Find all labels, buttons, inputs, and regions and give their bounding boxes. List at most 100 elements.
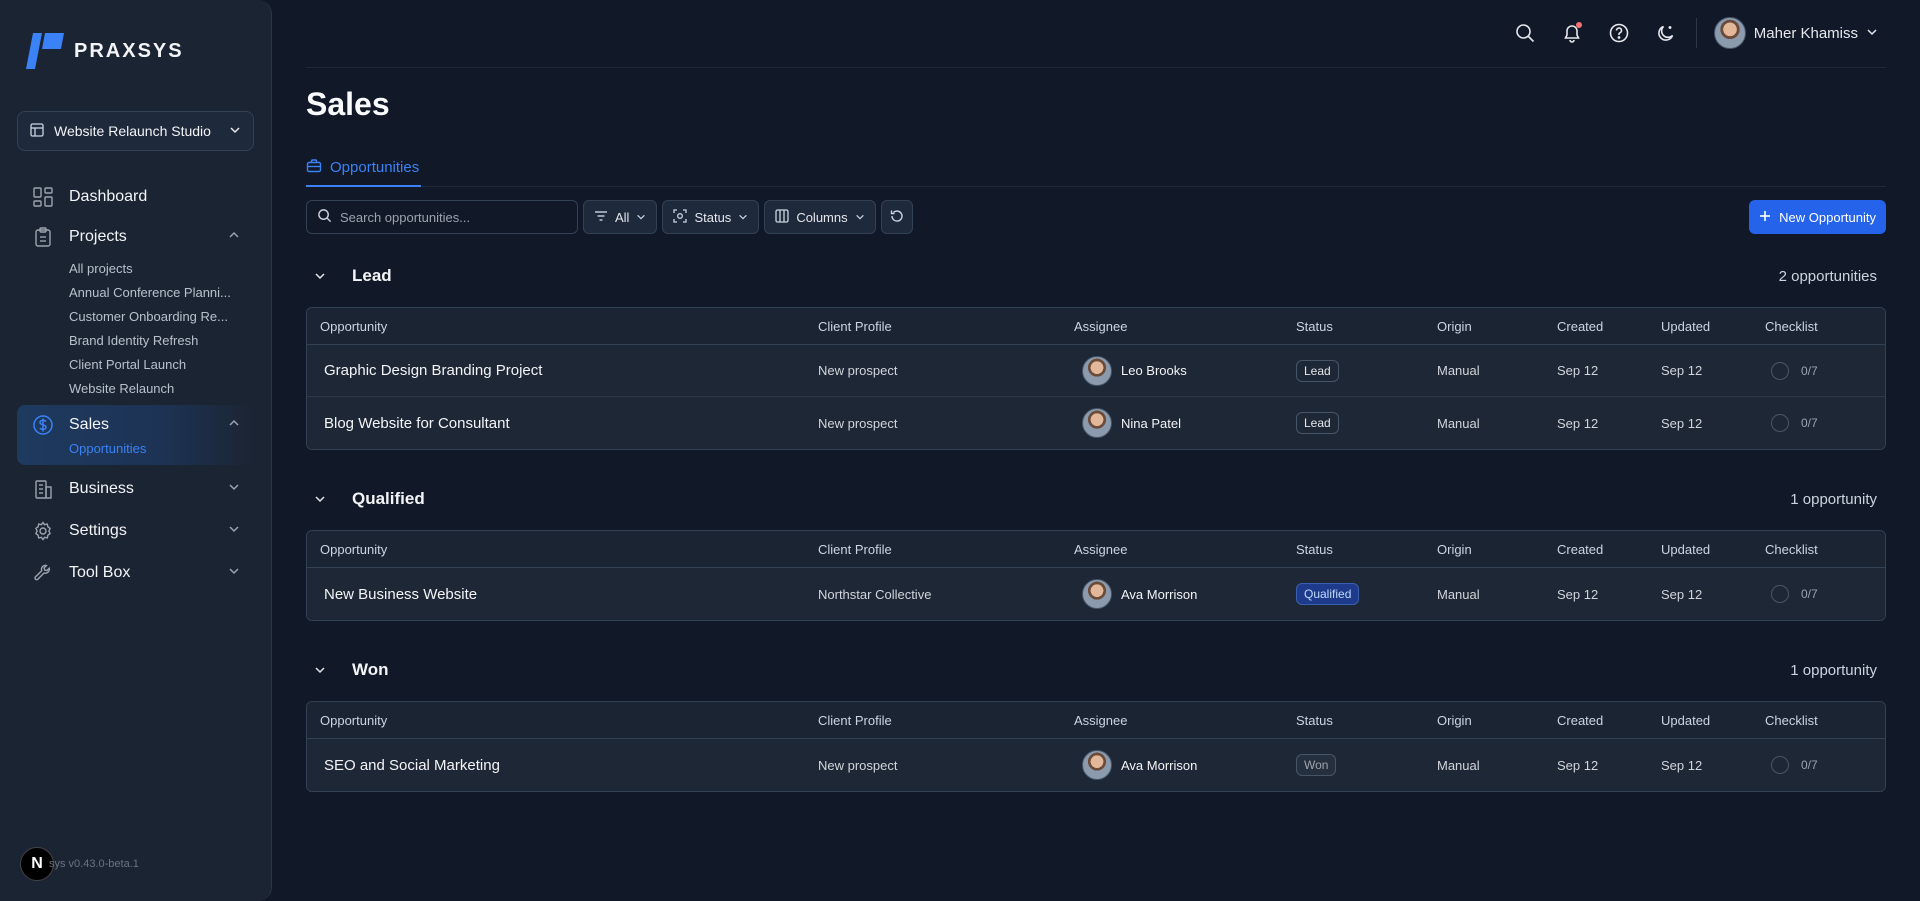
col-created[interactable]: Created bbox=[1557, 542, 1661, 557]
new-opportunity-button[interactable]: New Opportunity bbox=[1749, 200, 1886, 234]
sales-sublist: Opportunities bbox=[17, 437, 254, 461]
chevron-down-icon[interactable] bbox=[314, 270, 332, 282]
group-header[interactable]: Lead 2 opportunities bbox=[306, 256, 1886, 296]
brand-logo[interactable]: PRAXSYS bbox=[26, 33, 184, 69]
sidebar-item-all-projects[interactable]: All projects bbox=[69, 257, 254, 281]
nav-projects[interactable]: Projects bbox=[17, 217, 254, 257]
tab-opportunities[interactable]: Opportunities bbox=[306, 150, 422, 187]
bell-icon[interactable] bbox=[1559, 20, 1585, 46]
search-input[interactable] bbox=[340, 209, 560, 225]
nav-business-label: Business bbox=[69, 480, 134, 497]
origin: Manual bbox=[1437, 363, 1480, 378]
group-count: 2 opportunities bbox=[1778, 267, 1877, 285]
nav-dashboard-label: Dashboard bbox=[69, 188, 148, 205]
progress-circle-icon bbox=[1771, 361, 1789, 380]
moon-icon[interactable] bbox=[1653, 20, 1679, 46]
client-profile: New prospect bbox=[818, 415, 898, 431]
col-status[interactable]: Status bbox=[1296, 542, 1437, 557]
col-checklist[interactable]: Checklist bbox=[1765, 713, 1885, 728]
sidebar-item-opportunities[interactable]: Opportunities bbox=[69, 437, 254, 461]
sales-nav-group: Sales Opportunities bbox=[17, 405, 254, 465]
workspace-selector[interactable]: Website Relaunch Studio bbox=[17, 111, 254, 151]
sidebar-item-project[interactable]: Website Relaunch bbox=[69, 377, 254, 401]
col-assignee[interactable]: Assignee bbox=[1074, 713, 1296, 728]
assignee-name: Ava Morrison bbox=[1121, 586, 1198, 602]
origin: Manual bbox=[1437, 586, 1480, 602]
col-checklist[interactable]: Checklist bbox=[1765, 319, 1885, 334]
search-box[interactable] bbox=[306, 200, 578, 234]
col-client-profile[interactable]: Client Profile bbox=[818, 713, 1074, 728]
col-opportunity[interactable]: Opportunity bbox=[307, 713, 818, 728]
progress-circle-icon bbox=[1771, 414, 1789, 432]
briefcase-icon bbox=[306, 158, 322, 178]
gear-icon bbox=[33, 521, 53, 541]
nav-dashboard[interactable]: Dashboard bbox=[17, 177, 254, 217]
table-row[interactable]: New Business Website Northstar Collectiv… bbox=[307, 568, 1885, 620]
user-menu[interactable]: Maher Khamiss bbox=[1713, 17, 1878, 49]
col-client-profile[interactable]: Client Profile bbox=[818, 542, 1074, 557]
nav-settings[interactable]: Settings bbox=[17, 511, 254, 551]
col-checklist[interactable]: Checklist bbox=[1765, 542, 1885, 557]
table-row[interactable]: SEO and Social Marketing New prospect Av… bbox=[307, 739, 1885, 791]
group-header[interactable]: Won 1 opportunity bbox=[306, 650, 1886, 690]
col-origin[interactable]: Origin bbox=[1437, 542, 1557, 557]
columns-button[interactable]: Columns bbox=[764, 200, 876, 234]
col-client-profile[interactable]: Client Profile bbox=[818, 319, 1074, 334]
col-assignee[interactable]: Assignee bbox=[1074, 542, 1296, 557]
filter-icon bbox=[594, 209, 608, 226]
col-opportunity[interactable]: Opportunity bbox=[307, 319, 818, 334]
col-origin[interactable]: Origin bbox=[1437, 713, 1557, 728]
chevron-down-icon[interactable] bbox=[314, 493, 332, 505]
brand-name: PRAXSYS bbox=[74, 39, 184, 62]
table-header: Opportunity Client Profile Assignee Stat… bbox=[307, 702, 1885, 739]
col-opportunity[interactable]: Opportunity bbox=[307, 542, 818, 557]
opportunity-name[interactable]: Graphic Design Branding Project bbox=[307, 362, 818, 379]
checklist-count: 0/7 bbox=[1801, 758, 1818, 772]
sidebar-item-project[interactable]: Brand Identity Refresh bbox=[69, 329, 254, 353]
assignee: Leo Brooks bbox=[1074, 355, 1296, 386]
topbar: Maher Khamiss bbox=[306, 0, 1886, 68]
sidebar-item-project[interactable]: Annual Conference Planni... bbox=[69, 281, 254, 305]
projects-sublist: All projects Annual Conference Planni...… bbox=[17, 257, 254, 401]
group-qualified: Qualified 1 opportunity Opportunity Clie… bbox=[306, 479, 1886, 621]
status-filter-button[interactable]: Status bbox=[662, 200, 760, 234]
col-updated[interactable]: Updated bbox=[1661, 542, 1765, 557]
nav-business[interactable]: Business bbox=[17, 469, 254, 509]
created-date: Sep 12 bbox=[1557, 415, 1599, 431]
col-assignee[interactable]: Assignee bbox=[1074, 319, 1296, 334]
notification-dot bbox=[1575, 22, 1582, 28]
wrench-icon bbox=[33, 563, 53, 583]
col-created[interactable]: Created bbox=[1557, 713, 1661, 728]
col-created[interactable]: Created bbox=[1557, 319, 1661, 334]
sidebar-item-project[interactable]: Client Portal Launch bbox=[69, 353, 254, 377]
building-icon bbox=[33, 479, 53, 499]
group-header[interactable]: Qualified 1 opportunity bbox=[306, 479, 1886, 519]
filter-all-button[interactable]: All bbox=[583, 200, 658, 234]
group-won: Won 1 opportunity Opportunity Client Pro… bbox=[306, 650, 1886, 792]
updated-date: Sep 12 bbox=[1661, 757, 1703, 773]
chevron-down-icon[interactable] bbox=[314, 664, 332, 676]
search-icon[interactable] bbox=[1512, 20, 1538, 46]
table-row[interactable]: Graphic Design Branding Project New pros… bbox=[307, 345, 1885, 397]
chevron-down-icon bbox=[1866, 25, 1878, 42]
col-updated[interactable]: Updated bbox=[1661, 319, 1765, 334]
col-status[interactable]: Status bbox=[1296, 319, 1437, 334]
refresh-button[interactable] bbox=[880, 200, 913, 234]
nav-toolbox-label: Tool Box bbox=[69, 564, 131, 581]
col-updated[interactable]: Updated bbox=[1661, 713, 1765, 728]
opportunity-name[interactable]: SEO and Social Marketing bbox=[307, 757, 818, 774]
nav-toolbox[interactable]: Tool Box bbox=[17, 553, 254, 593]
origin: Manual bbox=[1437, 757, 1480, 773]
updated-date: Sep 12 bbox=[1661, 586, 1703, 602]
opportunity-name[interactable]: New Business Website bbox=[307, 586, 818, 603]
help-icon[interactable] bbox=[1606, 20, 1632, 46]
table-row[interactable]: Blog Website for Consultant New prospect… bbox=[307, 397, 1885, 449]
status-scan-icon bbox=[673, 208, 688, 226]
sidebar-item-project[interactable]: Customer Onboarding Re... bbox=[69, 305, 254, 329]
dollar-icon bbox=[33, 415, 53, 435]
col-status[interactable]: Status bbox=[1296, 713, 1437, 728]
page-title: Sales bbox=[306, 86, 390, 122]
opportunity-name[interactable]: Blog Website for Consultant bbox=[307, 415, 818, 432]
col-origin[interactable]: Origin bbox=[1437, 319, 1557, 334]
created-date: Sep 12 bbox=[1557, 757, 1599, 773]
